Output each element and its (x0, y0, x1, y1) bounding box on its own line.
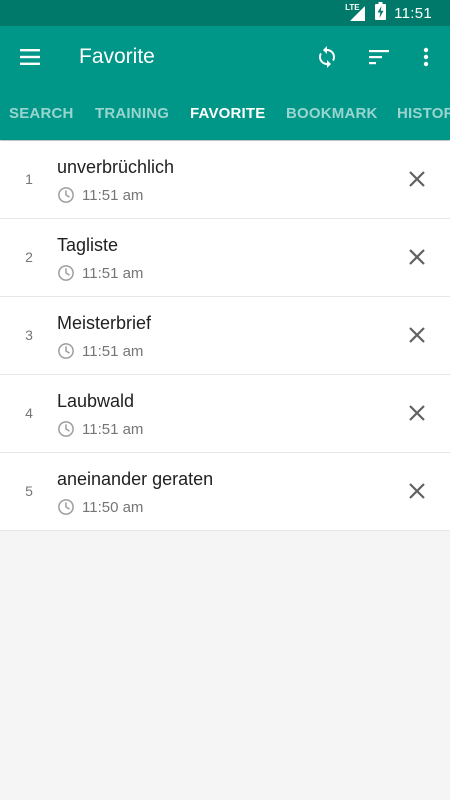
item-timestamp: 11:51 am (57, 185, 143, 205)
status-icons: LTE 11:51 (345, 1, 442, 25)
list-item[interactable]: 4 Laubwald 11:51 am (0, 375, 450, 453)
favorites-list: 1 unverbrüchlich 11:51 am 2 Tagliste 11:… (0, 141, 450, 531)
close-icon (409, 171, 425, 187)
status-time: 11:51 (394, 4, 432, 22)
item-timestamp: 11:51 am (57, 419, 143, 439)
item-number: 2 (25, 249, 33, 265)
list-item[interactable]: 3 Meisterbrief 11:51 am (0, 297, 450, 375)
refresh-button[interactable] (307, 37, 347, 77)
clock-icon (58, 421, 74, 437)
clock-icon (58, 265, 74, 281)
remove-button[interactable] (397, 159, 437, 199)
status-bar: LTE 11:51 (0, 0, 450, 26)
item-number: 4 (25, 405, 33, 421)
hamburger-menu-icon (20, 49, 40, 65)
battery-charging-icon (375, 1, 387, 25)
menu-button[interactable] (10, 37, 50, 77)
item-number: 5 (25, 483, 33, 499)
item-word: Laubwald (57, 391, 135, 411)
refresh-icon (319, 46, 335, 68)
item-word: unverbrüchlich (57, 157, 175, 177)
item-timestamp: 11:51 am (57, 341, 143, 361)
sort-button[interactable] (359, 37, 399, 77)
item-word: aneinander geraten (57, 469, 214, 489)
clock-icon (58, 187, 74, 203)
tab-favorite[interactable]: FAVORITE (190, 88, 266, 140)
list-item[interactable]: 5 aneinander geraten 11:50 am (0, 453, 450, 531)
item-number: 1 (25, 171, 33, 187)
remove-button[interactable] (397, 237, 437, 277)
tab-bookmark[interactable]: BOOKMARK (286, 88, 378, 140)
list-item[interactable]: 1 unverbrüchlich 11:51 am (0, 141, 450, 219)
item-word: Tagliste (57, 235, 119, 255)
tab-training[interactable]: TRAINING (95, 88, 169, 140)
close-icon (409, 483, 425, 499)
remove-button[interactable] (397, 471, 437, 511)
close-icon (409, 249, 425, 265)
item-timestamp: 11:51 am (57, 263, 143, 283)
active-tab-indicator (180, 138, 270, 140)
tab-history[interactable]: HISTORY (397, 88, 450, 140)
more-options-button[interactable] (406, 37, 446, 77)
lte-signal-icon: LTE (345, 4, 367, 22)
item-word: Meisterbrief (57, 313, 152, 333)
page-title: Favorite (79, 45, 155, 68)
more-vertical-icon (423, 47, 429, 67)
close-icon (409, 405, 425, 421)
item-time: 11:50 am (82, 498, 144, 516)
item-time: 11:51 am (82, 342, 144, 360)
sort-icon (369, 50, 389, 65)
clock-icon (58, 499, 74, 515)
close-icon (409, 327, 425, 343)
list-item[interactable]: 2 Tagliste 11:51 am (0, 219, 450, 297)
item-timestamp: 11:50 am (57, 497, 143, 517)
item-number: 3 (25, 327, 33, 343)
clock-icon (58, 343, 74, 359)
item-time: 11:51 am (82, 264, 144, 282)
tab-strip: SEARCH TRAINING FAVORITE BOOKMARK HISTOR… (0, 88, 450, 140)
item-time: 11:51 am (82, 420, 144, 438)
app-bar: Favorite (0, 26, 450, 88)
remove-button[interactable] (397, 315, 437, 355)
item-time: 11:51 am (82, 186, 144, 204)
tab-search[interactable]: SEARCH (9, 88, 74, 140)
remove-button[interactable] (397, 393, 437, 433)
